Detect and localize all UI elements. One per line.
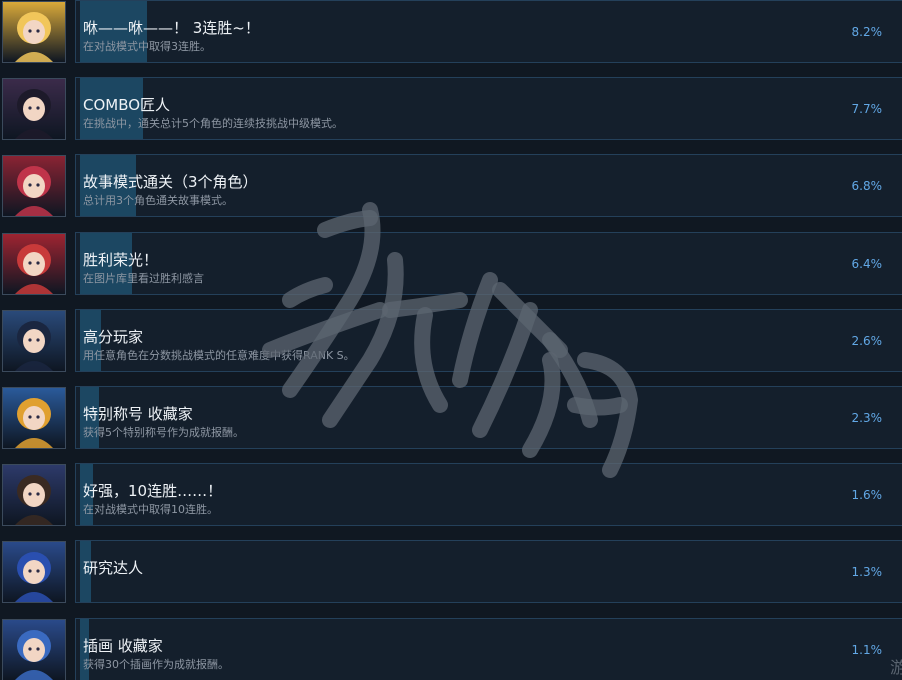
achievement-row[interactable]: 故事模式通关（3个角色） 总计用3个角色通关故事模式。 6.8%: [0, 154, 902, 231]
achievement-row[interactable]: 插画 收藏家获得30个插画作为成就报酬。 1.1%: [0, 618, 902, 680]
achievement-title: COMBO匠人: [83, 96, 171, 114]
unlock-percentage: 8.2%: [851, 25, 883, 39]
character-portrait-icon: [2, 310, 66, 372]
achievement-title: 研究达人: [83, 559, 144, 577]
unlock-percentage: 1.6%: [851, 488, 883, 502]
achievement-panel: 胜利荣光！ 在图片库里看过胜利感言 6.4%: [75, 232, 902, 295]
corner-watermark: 游: [890, 658, 902, 677]
achievement-list: 插画 收藏家获得30个插画作为成就报酬。 1.1% 研究达人 1.3% 好强，10连胜……: [0, 0, 902, 680]
achievement-title: 咻——咻——！ 3连胜~！: [83, 19, 260, 37]
achievement-panel: 插画 收藏家获得30个插画作为成就报酬。 1.1%: [75, 618, 902, 680]
achievement-description: 获得30个插画作为成就报酬。: [83, 658, 229, 671]
achievement-row[interactable]: 研究达人 1.3%: [0, 540, 902, 617]
achievement-row[interactable]: 胜利荣光！ 在图片库里看过胜利感言 6.4%: [0, 232, 902, 309]
achievement-title: 胜利荣光！: [83, 251, 159, 269]
achievement-panel: 故事模式通关（3个角色） 总计用3个角色通关故事模式。 6.8%: [75, 154, 902, 217]
unlock-percentage: 7.7%: [851, 102, 883, 116]
unlock-percentage: 2.3%: [851, 411, 883, 425]
unlock-percentage: 1.1%: [851, 643, 883, 657]
achievement-row[interactable]: 高分玩家用任意角色在分数挑战模式的任意难度中获得RANK S。 2.6%: [0, 309, 902, 386]
achievement-title: 好强，10连胜……！: [83, 482, 223, 500]
achievement-row[interactable]: 好强，10连胜……！ 在对战模式中取得10连胜。 1.6%: [0, 463, 902, 540]
achievement-panel: 特别称号 收藏家获得5个特别称号作为成就报酬。 2.3%: [75, 386, 902, 449]
achievement-description: 在对战模式中取得10连胜。: [83, 503, 218, 516]
character-portrait-icon: [2, 464, 66, 526]
gallery-icon: [2, 619, 66, 680]
character-portrait-icon: [2, 78, 66, 140]
character-portrait-icon: [2, 1, 66, 63]
character-portrait-icon: [2, 541, 66, 603]
unlock-percentage: 6.4%: [851, 257, 883, 271]
achievement-description: 在对战模式中取得3连胜。: [83, 40, 211, 53]
achievement-description: 在挑战中，通关总计5个角色的连续技挑战中级模式。: [83, 117, 343, 130]
achievement-title: 高分玩家: [83, 328, 144, 346]
achievement-panel: 咻——咻——！ 3连胜~！ 在对战模式中取得3连胜。 8.2%: [75, 0, 902, 63]
achievement-row[interactable]: 特别称号 收藏家获得5个特别称号作为成就报酬。 2.3%: [0, 386, 902, 463]
achievement-description: 总计用3个角色通关故事模式。: [83, 194, 233, 207]
achievement-panel: 好强，10连胜……！ 在对战模式中取得10连胜。 1.6%: [75, 463, 902, 526]
unlock-percentage: 6.8%: [851, 179, 883, 193]
achievement-row[interactable]: 咻——咻——！ 3连胜~！ 在对战模式中取得3连胜。 8.2%: [0, 0, 902, 77]
achievement-panel: 高分玩家用任意角色在分数挑战模式的任意难度中获得RANK S。 2.6%: [75, 309, 902, 372]
achievement-row[interactable]: COMBO匠人在挑战中，通关总计5个角色的连续技挑战中级模式。 7.7%: [0, 77, 902, 154]
achievement-description: 在图片库里看过胜利感言: [83, 272, 204, 285]
achievement-description: 获得5个特别称号作为成就报酬。: [83, 426, 244, 439]
unlock-percentage: 2.6%: [851, 334, 883, 348]
character-group-icon: [2, 155, 66, 217]
achievement-panel: 研究达人 1.3%: [75, 540, 902, 603]
character-portrait-icon: [2, 233, 66, 295]
achievement-title: 插画 收藏家: [83, 637, 163, 655]
achievement-description: 用任意角色在分数挑战模式的任意难度中获得RANK S。: [83, 349, 355, 362]
unlock-percentage: 1.3%: [851, 565, 883, 579]
achievement-title: 特别称号 收藏家: [83, 405, 193, 423]
title-list-icon: [2, 387, 66, 449]
achievement-panel: COMBO匠人在挑战中，通关总计5个角色的连续技挑战中级模式。 7.7%: [75, 77, 902, 140]
achievement-title: 故事模式通关（3个角色）: [83, 173, 258, 191]
